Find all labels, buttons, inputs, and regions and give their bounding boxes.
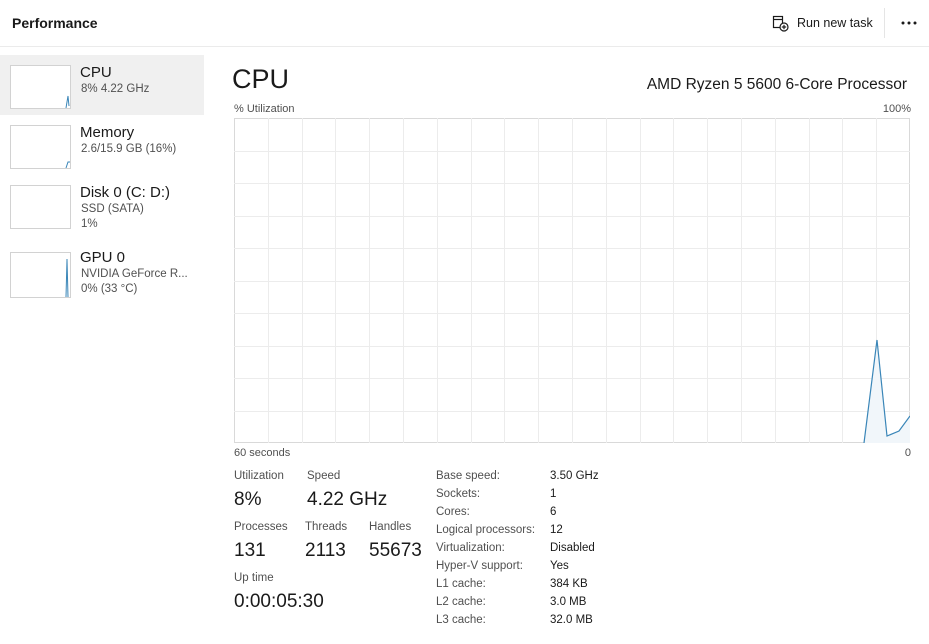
graph-canvas [234,118,910,443]
sidebar-item-cpu[interactable]: CPU 8% 4.22 GHz [0,55,204,115]
sidebar-item-memory[interactable]: Memory 2.6/15.9 GB (16%) [0,115,204,175]
sidebar-item-label: GPU 0 [80,249,126,266]
info-value: 12 [550,524,563,536]
graph-x-label: 60 seconds [234,447,291,459]
threads-label: Threads [305,521,348,533]
speed-label: Speed [307,470,341,482]
info-key: Cores: [436,506,470,518]
sidebar-item-gpu[interactable]: GPU 0 NVIDIA GeForce R... 0% (33 °C) [0,240,204,300]
utilization-label: Utilization [234,470,284,482]
speed-value: 4.22 GHz [307,489,388,510]
threads-value: 2113 [305,540,346,561]
main-title: CPU [232,64,290,94]
page-title: Performance [12,15,98,31]
info-key: L3 cache: [436,614,486,626]
sidebar-item-detail: 8% 4.22 GHz [81,83,150,95]
info-value: 32.0 MB [550,614,593,626]
run-new-task-label: Run new task [797,16,873,30]
graph-y-max-label: 100% [882,103,911,115]
info-key: Base speed: [436,470,500,482]
memory-thumbnail [10,125,71,169]
info-value: 3.0 MB [550,596,587,608]
info-value: 3.50 GHz [550,470,599,482]
info-value: 1 [550,488,557,500]
disk-thumbnail [10,185,71,229]
uptime-value: 0:00:05:30 [234,591,324,612]
cpu-thumbnail [10,65,71,109]
sidebar-item-label: CPU [80,64,112,81]
gpu-thumbnail [10,252,71,298]
header-divider [884,8,885,38]
sidebar-item-detail: 2.6/15.9 GB (16%) [81,143,177,155]
sidebar-item-detail: 1% [81,218,98,230]
info-key: L1 cache: [436,578,486,590]
handles-label: Handles [369,521,412,533]
more-options-icon [901,21,917,25]
info-value: 384 KB [550,578,588,590]
sidebar-item-disk[interactable]: Disk 0 (C: D:) SSD (SATA) 1% [0,175,204,235]
info-key: L2 cache: [436,596,486,608]
info-key: Sockets: [436,488,481,500]
sidebar-item-detail: NVIDIA GeForce R... [81,268,188,280]
sidebar-item-label: Disk 0 (C: D:) [80,184,170,201]
processes-value: 131 [234,540,266,561]
info-value: Yes [550,560,569,572]
info-key: Logical processors: [436,524,536,536]
uptime-label: Up time [234,572,274,584]
info-key: Hyper-V support: [436,560,523,572]
utilization-value: 8% [234,489,262,510]
sidebar-item-detail: SSD (SATA) [81,203,144,215]
more-options-button[interactable] [896,12,922,34]
processes-label: Processes [234,521,288,533]
handles-value: 55673 [369,540,422,561]
header-bar: Performance Run new task [0,0,929,47]
graph-x-min-label: 0 [904,447,911,459]
processor-name: AMD Ryzen 5 5600 6-Core Processor [646,76,907,93]
run-new-task-button[interactable]: Run new task [772,11,873,35]
cpu-utilization-graph [234,118,910,443]
graph-y-label: % Utilization [234,103,295,115]
sidebar-item-label: Memory [80,124,135,141]
run-task-icon [772,15,789,32]
info-value: Disabled [550,542,595,554]
info-value: 6 [550,506,557,518]
info-key: Virtualization: [436,542,505,554]
sidebar-item-detail: 0% (33 °C) [81,283,138,295]
